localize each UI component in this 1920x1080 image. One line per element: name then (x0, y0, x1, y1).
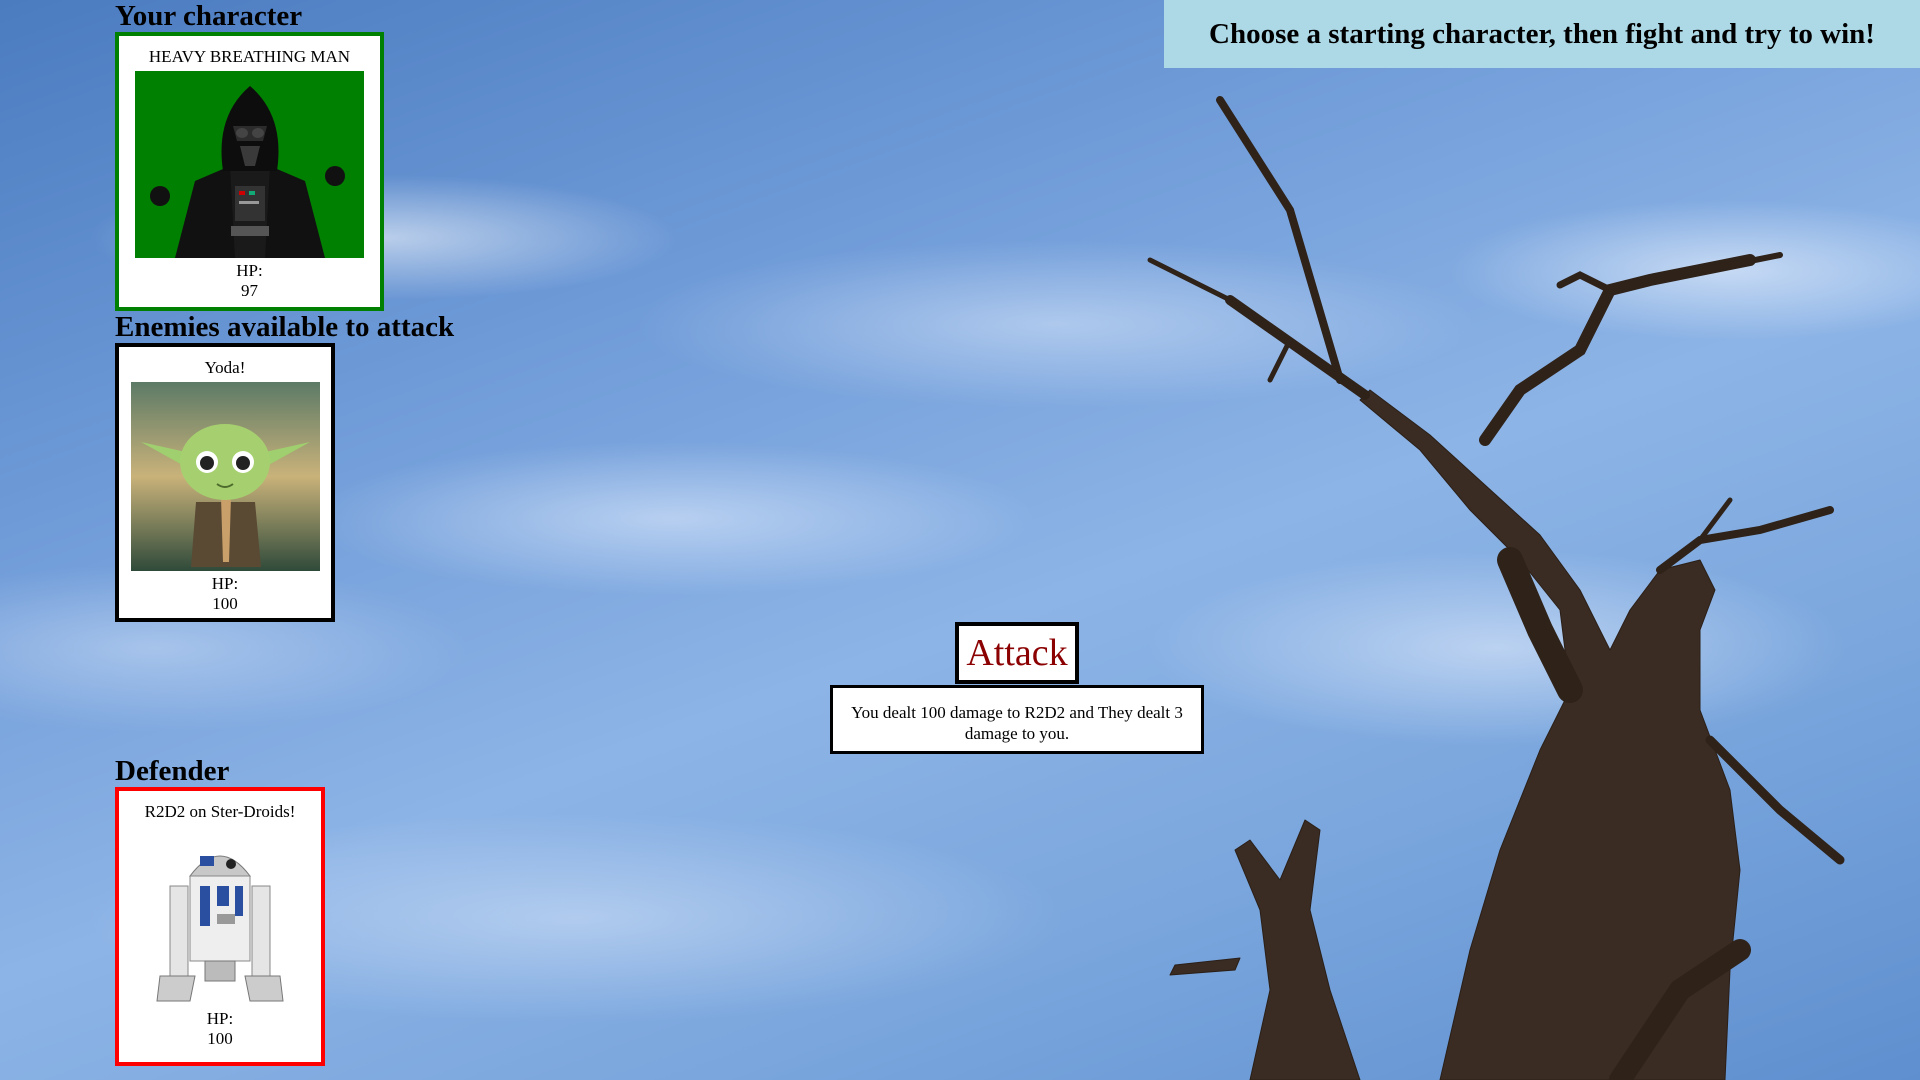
player-character-card[interactable]: HEAVY BREATHING MAN HP: 97 (115, 32, 384, 311)
defender-card-r2d2[interactable]: R2D2 on Ster-Droids! HP: 100 (115, 787, 325, 1066)
r2d2-portrait (145, 826, 295, 1015)
enemy-hp-value: 100 (212, 594, 238, 613)
attack-button[interactable]: Attack (955, 622, 1079, 684)
player-name: HEAVY BREATHING MAN (148, 47, 351, 66)
yoda-portrait (130, 382, 320, 571)
player-hp-value: 97 (241, 281, 258, 300)
tree-silhouette (1147, 96, 1845, 1080)
battle-message-text: You dealt 100 damage to R2D2 and They de… (851, 703, 1183, 743)
darth-vader-portrait (135, 71, 364, 258)
defender-heading: Defender (115, 755, 230, 787)
defender-hp-value: 100 (207, 1029, 233, 1048)
your-character-heading: Your character (115, 0, 303, 32)
enemy-hp-label: HP: (211, 574, 239, 593)
enemies-heading: Enemies available to attack (115, 311, 455, 343)
enemy-name: Yoda! (204, 358, 246, 377)
defender-name: R2D2 on Ster-Droids! (144, 802, 296, 821)
enemy-card-yoda[interactable]: Yoda! HP: 100 (115, 343, 335, 622)
instructions-banner: Choose a starting character, then fight … (1164, 0, 1920, 68)
battle-message: You dealt 100 damage to R2D2 and They de… (830, 685, 1204, 754)
player-hp-label: HP: (236, 261, 263, 280)
instructions-text: Choose a starting character, then fight … (1209, 17, 1875, 50)
